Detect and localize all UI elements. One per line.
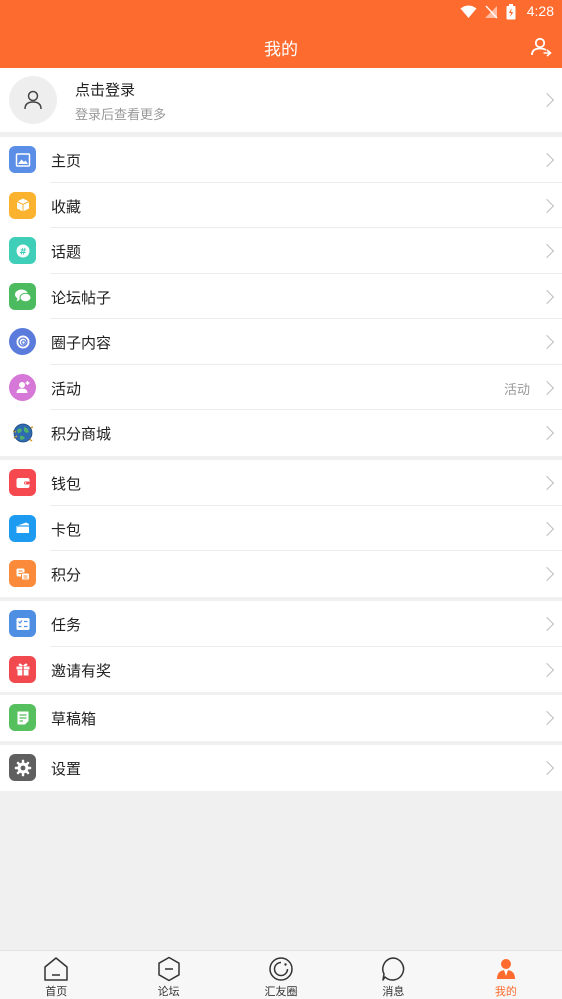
menu-item-label: 积分商城 [51,425,112,443]
page-title: 我的 [264,40,298,60]
menu-item-label: 邀请有奖 [51,661,112,680]
chevron-right-icon [539,289,555,304]
menu-group: 设置 [0,745,562,791]
menu-group: 主页收藏 # 话题论坛帖子圈子内容活动 活动积分商城 [0,137,562,456]
activity-icon [9,373,36,401]
menu-item-label: 主页 [51,152,82,170]
circle-icon [9,328,36,355]
menu-item-chat[interactable]: 论坛帖子 [0,274,562,319]
chevron-right-icon [539,566,555,582]
chevron-right-icon [539,616,555,632]
menu-group: 钱包 卡包 积分 [0,460,562,597]
menu-item-label: 话题 [51,243,82,261]
status-bar: 4:28 [0,0,562,24]
chevron-right-icon [539,710,555,726]
menu-item-wallet[interactable]: 钱包 [0,460,562,506]
chevron-right-icon [539,760,555,776]
status-icons [460,4,516,20]
chevron-right-icon [539,152,555,168]
no-signal-icon [485,5,498,19]
menu-item-gear[interactable]: 设置 [0,745,562,791]
profile-switch-icon[interactable] [530,36,552,58]
box-icon [9,191,36,219]
menu-item-label: 钱包 [51,475,82,493]
wallet-icon [9,469,36,496]
moments-icon [268,956,294,982]
tab-forum[interactable]: 论坛 [112,951,224,999]
tab-label: 消息 [382,985,405,998]
me-icon [493,956,519,982]
menu-item-gift[interactable]: 邀请有奖 [0,647,562,693]
login-title: 点击登录 [75,81,136,99]
bottom-tab-bar: 首页 论坛 汇友圈 消息 我的 [0,950,562,999]
image-icon [9,146,36,173]
chevron-right-icon [539,521,555,536]
menu-item-task[interactable]: 任务 [0,601,562,647]
chevron-right-icon [539,334,555,350]
menu-item-globe[interactable]: 积分商城 [0,410,562,456]
user-icon [24,90,42,110]
menu-item-image[interactable]: 主页 [0,137,562,183]
menu-item-coins[interactable]: 积分 [0,551,562,597]
tab-me[interactable]: 我的 [450,951,562,999]
login-subtitle: 登录后查看更多 [75,108,167,123]
gift-icon [9,655,36,683]
chevron-right-icon [539,475,555,491]
menu-item-activity[interactable]: 活动 活动 [0,365,562,410]
chevron-right-icon [539,425,555,441]
gear-icon [9,754,36,781]
menu-item-label: 圈子内容 [51,334,112,352]
battery-charging-icon [506,4,516,20]
tab-label: 汇友圈 [264,985,298,998]
card-icon [9,514,36,542]
draft-icon [9,704,36,731]
menu-item-value: 活动 [503,382,530,398]
coins-icon [9,560,36,587]
menu-item-label: 卡包 [51,520,82,539]
tab-label: 论坛 [157,985,180,998]
tab-message[interactable]: 消息 [337,951,449,999]
chevron-right-icon [539,662,555,677]
menu-item-label: 设置 [51,760,82,778]
chevron-right-icon [539,92,555,108]
chevron-right-icon [539,198,555,213]
menu-item-card[interactable]: 卡包 [0,506,562,551]
menu-item-label: 活动 [51,379,82,398]
chevron-right-icon [539,243,555,259]
message-icon [380,956,406,982]
tab-moments[interactable]: 汇友圈 [225,951,337,999]
menu-item-label: 草稿箱 [51,710,97,728]
tab-label: 首页 [45,985,68,998]
avatar[interactable] [9,76,57,124]
menu-item-label: 论坛帖子 [51,288,112,307]
title-bar: 我的 [0,24,562,68]
svg-text:#: # [19,247,27,257]
menu-item-label: 收藏 [51,197,82,216]
menu-item-label: 积分 [51,566,82,584]
chat-icon [9,282,36,310]
menu-item-label: 任务 [51,616,82,634]
menu-group: 任务 邀请有奖 [0,601,562,692]
menu-group: 草稿箱 [0,695,562,741]
status-time: 4:28 [526,3,554,19]
wifi-icon [460,5,477,18]
menu-item-draft[interactable]: 草稿箱 [0,695,562,741]
menu-item-hashtag[interactable]: # 话题 [0,228,562,274]
forum-icon [156,956,182,982]
tab-label: 我的 [494,985,517,998]
home-icon [43,956,69,982]
tab-home[interactable]: 首页 [0,951,112,999]
chevron-right-icon [539,380,555,395]
menu-item-circle[interactable]: 圈子内容 [0,319,562,365]
hashtag-icon: # [9,237,36,264]
task-icon [9,610,36,637]
login-card[interactable]: 点击登录 登录后查看更多 [0,68,562,132]
globe-icon [9,419,36,446]
menu-item-box[interactable]: 收藏 [0,183,562,228]
